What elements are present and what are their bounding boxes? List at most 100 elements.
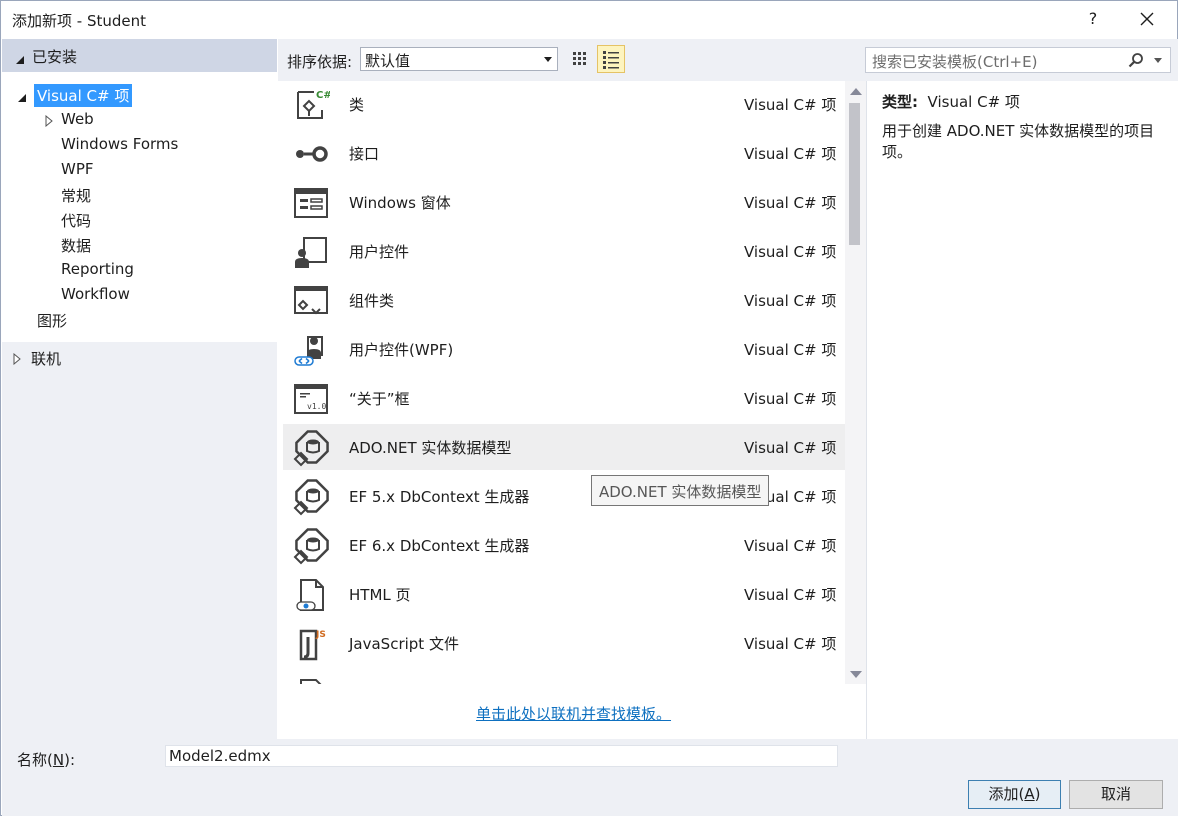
help-button[interactable]: ? xyxy=(1081,5,1105,33)
toolbar: 排序依据: 默认值 搜索已安装模板(Ctrl+E) xyxy=(278,39,1178,81)
chevron-down-icon xyxy=(544,57,552,62)
template-row[interactable]: 用户控件(WPF) Visual C# 项 xyxy=(283,326,845,372)
template-type: Visual C# 项 xyxy=(744,243,837,261)
tooltip: ADO.NET 实体数据模型 xyxy=(591,475,770,506)
search-icon[interactable] xyxy=(1128,52,1144,72)
list-view-icon xyxy=(603,51,619,69)
tree-node-reporting[interactable]: Reporting xyxy=(61,260,134,278)
scroll-down-icon[interactable] xyxy=(850,671,862,678)
template-type: Visual C# 项 xyxy=(744,96,837,114)
entity-model-icon xyxy=(293,430,329,467)
template-row[interactable]: JS JavaScript 文件 Visual C# 项 xyxy=(283,620,845,666)
search-placeholder: 搜索已安装模板(Ctrl+E) xyxy=(872,53,1038,71)
template-row[interactable]: 接口 Visual C# 项 xyxy=(283,130,845,176)
template-row[interactable]: HTML 页 Visual C# 项 xyxy=(283,571,845,617)
windows-form-icon xyxy=(294,188,328,218)
wpf-user-control-icon xyxy=(294,336,323,366)
bottom-bar: 名称(N): Model2.edmx 添加(A) 取消 xyxy=(2,739,1178,816)
user-control-icon xyxy=(295,237,327,268)
tree-node-graphics[interactable]: 图形 xyxy=(37,310,67,331)
name-label: 名称(N): xyxy=(17,751,75,769)
template-type: Visual C# 项 xyxy=(744,341,837,359)
svg-text:JS: JS xyxy=(315,630,326,640)
window-title: 添加新项 - Student xyxy=(12,12,146,30)
tree-node-wpf[interactable]: WPF xyxy=(61,160,94,178)
grid-view-icon xyxy=(573,52,586,65)
type-value: Visual C# 项 xyxy=(927,93,1020,111)
chevron-down-icon[interactable] xyxy=(1154,58,1162,63)
html-page-icon xyxy=(296,579,324,611)
collapse-arrow-icon[interactable] xyxy=(15,51,25,69)
svg-text:C#: C# xyxy=(316,90,330,101)
category-tree-panel: 已安装 Visual C# 项 Web Windows Forms WPF 常规… xyxy=(2,39,277,739)
template-row[interactable]: Windows 窗体 Visual C# 项 xyxy=(283,179,845,225)
template-type: Visual C# 项 xyxy=(744,292,837,310)
svg-text:v1.0: v1.0 xyxy=(307,402,326,411)
close-icon xyxy=(1140,12,1154,26)
tree-node-windows-forms[interactable]: Windows Forms xyxy=(61,135,178,153)
type-line: 类型: Visual C# 项 xyxy=(882,91,1020,112)
template-row-hovered[interactable]: ADO.NET 实体数据模型 Visual C# 项 xyxy=(283,424,845,470)
template-name: 用户控件 xyxy=(349,243,410,261)
tree-node-workflow[interactable]: Workflow xyxy=(61,285,130,303)
tree-node-code[interactable]: 代码 xyxy=(61,210,91,231)
installed-header[interactable]: 已安装 xyxy=(2,39,277,72)
find-templates-online-link[interactable]: 单击此处以联机并查找模板。 xyxy=(476,703,671,724)
tree-node-web[interactable]: Web xyxy=(61,110,94,128)
component-class-icon xyxy=(294,286,328,315)
template-type: Visual C# 项 xyxy=(744,586,837,604)
tree-node-general[interactable]: 常规 xyxy=(61,185,91,206)
template-row[interactable]: C# 类 Visual C# 项 xyxy=(283,81,845,127)
details-view-button[interactable] xyxy=(597,45,625,73)
template-name: 接口 xyxy=(349,145,380,163)
collapse-arrow-icon[interactable] xyxy=(17,89,27,107)
sort-label: 排序依据: xyxy=(287,53,353,71)
template-name: 组件类 xyxy=(349,292,395,310)
template-name: ADO.NET 实体数据模型 xyxy=(349,439,512,457)
close-button[interactable] xyxy=(1132,5,1162,33)
template-description: 用于创建 ADO.NET 实体数据模型的项目项。 xyxy=(882,122,1155,161)
name-field[interactable]: Model2.edmx xyxy=(165,745,838,767)
template-name: 类 xyxy=(349,96,365,114)
template-name: JavaScript 文件 xyxy=(349,635,459,653)
details-panel: 类型: Visual C# 项 用于创建 ADO.NET 实体数据模型的项目项。 xyxy=(867,81,1178,739)
cancel-button[interactable]: 取消 xyxy=(1069,780,1163,809)
scroll-thumb[interactable] xyxy=(849,103,860,245)
expand-arrow-icon[interactable] xyxy=(13,351,21,369)
online-header[interactable]: 联机 xyxy=(2,346,277,370)
template-type: Visual C# 项 xyxy=(744,635,837,653)
file-icon xyxy=(300,679,322,684)
add-button[interactable]: 添加(A) xyxy=(968,780,1061,809)
template-row-partial[interactable] xyxy=(283,669,845,684)
title-bar: 添加新项 - Student ? xyxy=(1,1,1177,39)
about-box-icon: v1.0 xyxy=(294,384,328,414)
tree-node-visual-csharp[interactable]: Visual C# 项 xyxy=(34,84,133,107)
search-input[interactable]: 搜索已安装模板(Ctrl+E) xyxy=(865,47,1171,73)
template-name: Windows 窗体 xyxy=(349,194,451,212)
template-name: EF 5.x DbContext 生成器 xyxy=(349,488,530,506)
tree-node-data[interactable]: 数据 xyxy=(61,235,91,256)
javascript-file-icon: JS xyxy=(299,629,326,661)
template-row[interactable]: EF 6.x DbContext 生成器 Visual C# 项 xyxy=(283,522,845,568)
template-row[interactable]: v1.0 “关于”框 Visual C# 项 xyxy=(283,375,845,421)
template-name: “关于”框 xyxy=(349,390,410,408)
entity-model-icon xyxy=(293,528,329,565)
online-label: 联机 xyxy=(31,350,62,368)
template-row[interactable]: 组件类 Visual C# 项 xyxy=(283,277,845,323)
scroll-up-icon[interactable] xyxy=(850,88,862,95)
template-type: Visual C# 项 xyxy=(744,390,837,408)
template-row[interactable]: 用户控件 Visual C# 项 xyxy=(283,228,845,274)
small-icons-view-button[interactable] xyxy=(566,45,594,73)
class-icon: C# xyxy=(297,90,330,119)
sort-value: 默认值 xyxy=(365,52,411,70)
template-name: EF 6.x DbContext 生成器 xyxy=(349,537,530,555)
template-type: Visual C# 项 xyxy=(744,439,837,457)
installed-tree: Visual C# 项 Web Windows Forms WPF 常规 代码 … xyxy=(2,72,277,342)
sort-dropdown[interactable]: 默认值 xyxy=(360,47,558,71)
template-name: 用户控件(WPF) xyxy=(349,341,454,359)
template-list: C# 类 Visual C# 项 接口 Visual C# 项 xyxy=(283,81,845,684)
template-name: HTML 页 xyxy=(349,586,411,604)
template-list-scrollbar[interactable] xyxy=(845,81,866,684)
type-label: 类型: xyxy=(882,93,918,111)
expand-arrow-icon[interactable] xyxy=(45,113,53,131)
